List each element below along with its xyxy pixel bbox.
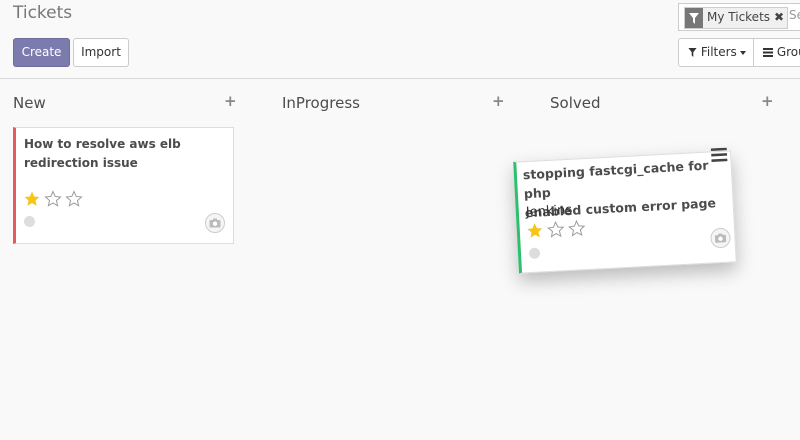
camera-icon [714,233,727,243]
group-by-label: Grou [776,45,800,59]
star-empty-icon[interactable] [567,219,586,238]
priority-stars[interactable] [23,190,83,208]
kanban-state-dot[interactable] [24,216,35,227]
group-by-button[interactable]: Grou [753,38,800,67]
search-bar[interactable]: My Tickets ✖ Se [678,3,800,31]
star-empty-icon[interactable] [546,220,565,239]
create-button[interactable]: Create [13,38,70,67]
column-inprogress-add-button[interactable]: + [492,92,505,110]
card-assignee: Jenkins [525,202,573,221]
column-new-add-button[interactable]: + [224,92,237,110]
column-inprogress-title: InProgress [282,94,360,112]
page-title: Tickets [13,3,73,23]
filters-label: Filters [700,45,737,59]
star-filled-icon[interactable] [23,190,41,208]
caret-down-icon [739,50,746,55]
import-button[interactable]: Import [73,38,129,67]
star-empty-icon[interactable] [44,190,62,208]
star-empty-icon[interactable] [65,190,83,208]
list-icon [763,48,773,57]
filter-icon [685,8,703,28]
search-facet[interactable]: My Tickets ✖ [684,7,789,29]
facet-remove-icon[interactable]: ✖ [774,8,788,28]
kanban-state-dot[interactable] [528,247,541,260]
priority-stars[interactable] [525,219,586,240]
star-filled-icon[interactable] [525,221,544,240]
camera-icon [209,218,221,228]
filter-icon [688,48,697,57]
kanban-card-dragging[interactable]: stopping fastcgi_cache for php enabled c… [513,147,737,274]
card-title-line: redirection issue [24,156,138,170]
search-input[interactable]: Se [789,8,800,22]
kanban-card[interactable]: How to resolve aws elb redirection issue [13,127,234,244]
avatar [709,227,732,249]
card-menu-icon[interactable] [710,147,728,163]
facet-label: My Tickets [703,8,775,28]
card-title-line: How to resolve aws elb [24,137,181,151]
column-new-title: New [13,94,46,112]
control-panel: Tickets Create Import My Tickets ✖ Se Fi… [0,0,800,79]
card-title: How to resolve aws elb redirection issue [24,135,181,173]
column-solved-add-button[interactable]: + [761,92,774,110]
column-solved-title: Solved [550,94,601,112]
filters-button[interactable]: Filters [678,38,754,67]
avatar [205,213,225,233]
